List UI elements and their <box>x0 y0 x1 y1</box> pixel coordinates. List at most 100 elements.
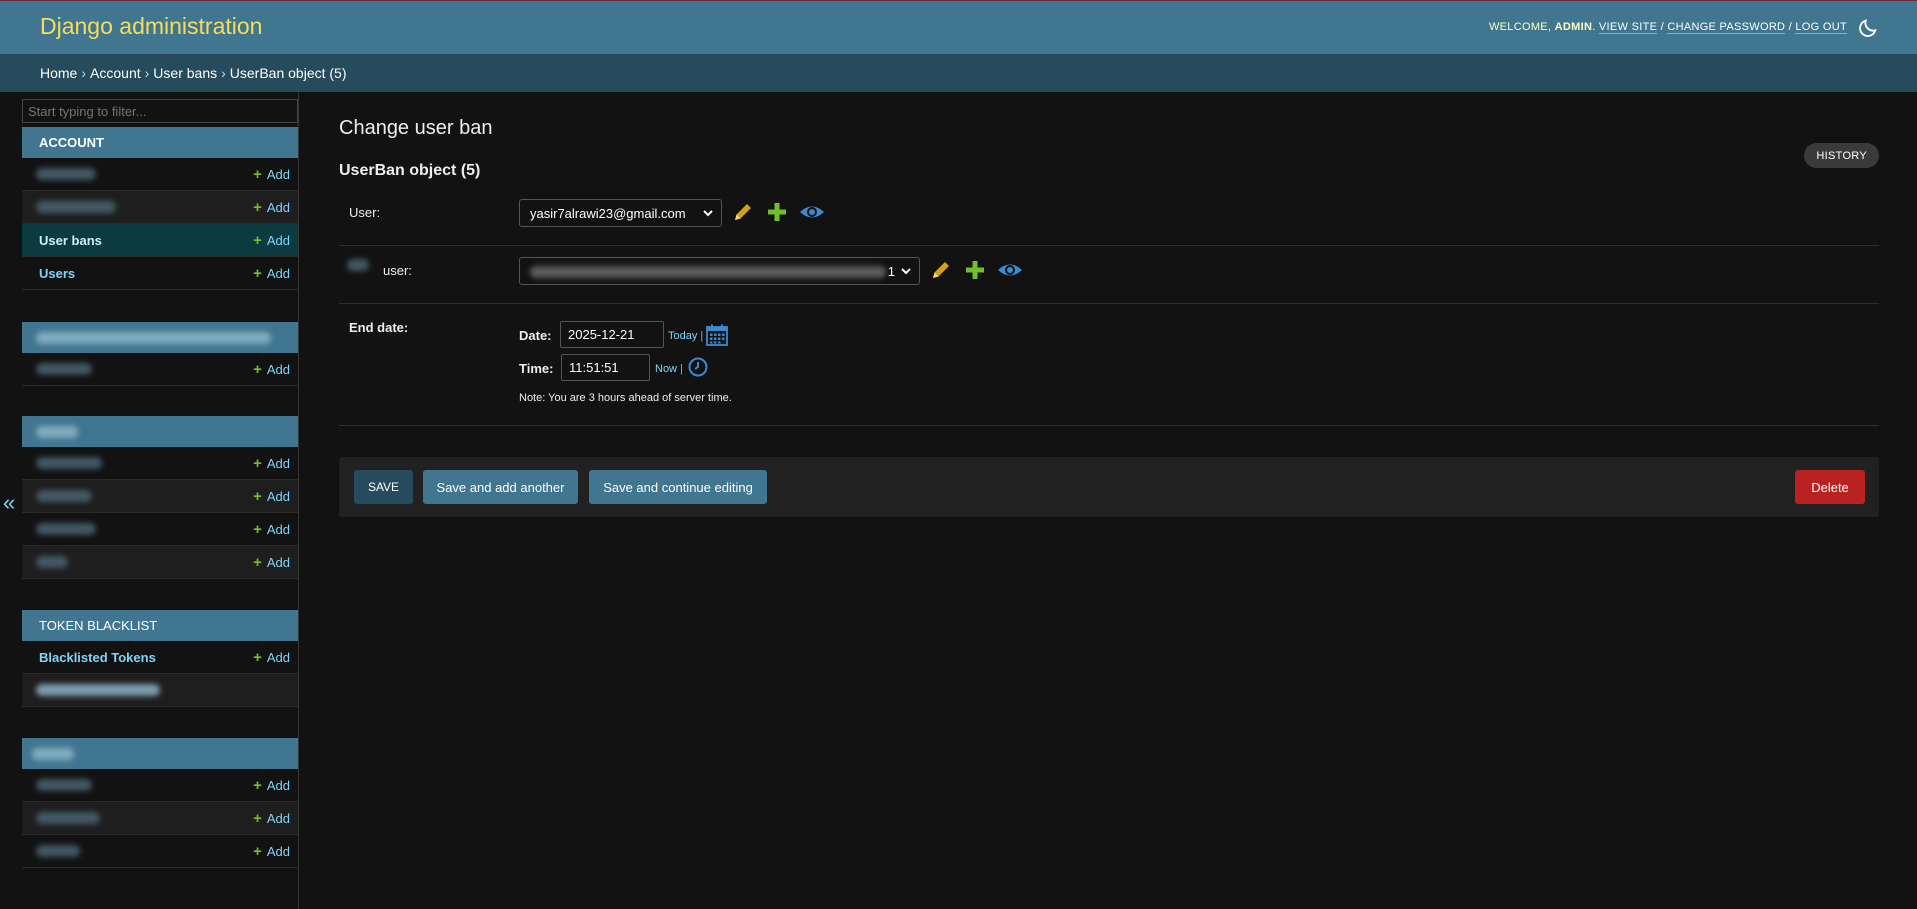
site-brand[interactable]: Django administration <box>40 13 262 40</box>
redacted-label <box>36 779 92 791</box>
sidebar-item-user-bans[interactable]: User bans + Add <box>22 224 298 257</box>
save-and-continue-button[interactable]: Save and continue editing <box>589 470 767 504</box>
plus-icon: + <box>253 776 262 794</box>
sidebar-item-redacted-4[interactable]: + Add <box>22 447 298 480</box>
sidebar-item-label[interactable]: Users <box>39 266 75 281</box>
page-title: Change user ban <box>339 117 493 139</box>
history-button[interactable]: HISTORY <box>1804 143 1879 168</box>
sidebar-item-label[interactable]: Blacklisted Tokens <box>39 650 156 665</box>
eye-icon[interactable] <box>798 200 826 224</box>
module-token-blacklist[interactable]: TOKEN BLACKLIST <box>22 610 298 641</box>
sidebar: ACCOUNT +Add +Add User bans +Add Users +… <box>22 92 299 909</box>
delete-button[interactable]: Delete <box>1795 470 1865 504</box>
sidebar-item-redacted-5[interactable]: + Add <box>22 480 298 513</box>
plus-icon: + <box>253 553 262 571</box>
form-row-end-date: End date: Date: 2025-12-21 Today | Time:… <box>339 304 1879 426</box>
plus-icon: + <box>253 487 262 505</box>
redacted-label <box>36 556 68 568</box>
save-and-add-another-button[interactable]: Save and add another <box>423 470 578 504</box>
welcome-text: WELCOME, <box>1488 21 1555 33</box>
pencil-icon[interactable] <box>929 258 953 282</box>
time-input[interactable]: 11:51:51 <box>561 354 650 381</box>
pencil-icon[interactable] <box>731 200 755 224</box>
plus-icon: + <box>253 165 262 183</box>
redacted-label <box>32 748 74 760</box>
user-tools: WELCOME, ADMIN. VIEW SITE / CHANGE PASSW… <box>1488 21 1847 34</box>
sidebar-item-redacted-11[interactable]: + Add <box>22 835 298 868</box>
user-select[interactable]: yasir7alrawi23@gmail.com <box>519 199 722 227</box>
add-link[interactable]: + Add <box>253 361 290 378</box>
breadcrumb-user-bans[interactable]: User bans <box>153 65 217 81</box>
calendar-icon[interactable] <box>705 323 729 347</box>
sidebar-item-redacted-6[interactable]: + Add <box>22 513 298 546</box>
plus-icon[interactable] <box>963 258 987 282</box>
moon-icon[interactable] <box>1857 17 1879 39</box>
user-label: User: <box>349 205 381 220</box>
plus-icon: + <box>253 520 262 538</box>
date-input[interactable]: 2025-12-21 <box>560 321 664 348</box>
submit-row: SAVE Save and add another Save and conti… <box>339 457 1879 517</box>
redacted-label <box>36 426 78 438</box>
add-link[interactable]: + Add <box>253 199 290 216</box>
plus-icon: + <box>253 842 262 860</box>
add-link[interactable]: + Add <box>253 488 290 505</box>
sidebar-filter-input[interactable] <box>22 99 298 123</box>
add-link[interactable]: + Add <box>253 232 290 249</box>
breadcrumb-current: UserBan object (5) <box>229 65 347 81</box>
redacted-label <box>36 457 102 469</box>
date-label: Date: <box>519 328 552 343</box>
add-link[interactable]: + Add <box>253 649 290 666</box>
add-link[interactable]: + Add <box>253 521 290 538</box>
form-row-second-user: user: 1 <box>339 246 1879 304</box>
add-link[interactable]: + Add <box>253 265 290 282</box>
redacted-label <box>36 490 92 502</box>
add-link[interactable]: + Add <box>253 455 290 472</box>
redacted-value <box>530 266 886 278</box>
sidebar-item-redacted-1[interactable]: + Add <box>22 158 298 191</box>
eye-icon[interactable] <box>996 258 1024 282</box>
save-button[interactable]: SAVE <box>354 470 413 504</box>
change-password-link[interactable]: CHANGE PASSWORD <box>1667 21 1786 34</box>
log-out-link[interactable]: LOG OUT <box>1795 21 1847 34</box>
add-link[interactable]: + Add <box>253 554 290 571</box>
add-link[interactable]: + Add <box>253 777 290 794</box>
sidebar-item-redacted-2[interactable]: + Add <box>22 191 298 224</box>
sidebar-item-redacted-3[interactable]: + Add <box>22 353 298 386</box>
view-site-link[interactable]: VIEW SITE <box>1598 21 1658 34</box>
breadcrumb: Home › Account › User bans › UserBan obj… <box>0 54 1917 92</box>
second-user-select[interactable]: 1 <box>519 257 920 285</box>
module-account[interactable]: ACCOUNT <box>22 127 298 158</box>
plus-icon[interactable] <box>765 200 789 224</box>
breadcrumb-home[interactable]: Home <box>40 65 77 81</box>
redacted-label <box>36 523 96 535</box>
sidebar-item-users[interactable]: Users + Add <box>22 257 298 290</box>
today-shortcut[interactable]: Today | <box>668 330 703 342</box>
sidebar-item-redacted-8[interactable] <box>22 674 298 707</box>
breadcrumb-account[interactable]: Account <box>90 65 141 81</box>
module-redacted-2[interactable] <box>22 322 298 353</box>
redacted-label <box>36 684 160 696</box>
header: Django administration WELCOME, ADMIN. VI… <box>0 0 1917 54</box>
sidebar-item-redacted-9[interactable]: + Add <box>22 769 298 802</box>
timezone-note: Note: You are 3 hours ahead of server ti… <box>519 392 732 404</box>
chevron-down-icon <box>901 268 911 275</box>
module-redacted-3[interactable] <box>22 416 298 447</box>
sidebar-collapse-toggle[interactable]: « <box>3 490 15 516</box>
sidebar-item-blacklisted-tokens[interactable]: Blacklisted Tokens + Add <box>22 641 298 674</box>
add-link[interactable]: + Add <box>253 810 290 827</box>
redacted-label <box>36 363 92 375</box>
redacted-label <box>36 332 271 344</box>
sidebar-item-label[interactable]: User bans <box>39 233 102 248</box>
sidebar-item-redacted-7[interactable]: + Add <box>22 546 298 579</box>
plus-icon: + <box>253 198 262 216</box>
second-user-label: user: <box>383 263 412 278</box>
sidebar-item-redacted-10[interactable]: + Add <box>22 802 298 835</box>
module-redacted-5[interactable] <box>22 738 298 769</box>
redacted-label <box>36 812 100 824</box>
add-link[interactable]: + Add <box>253 843 290 860</box>
plus-icon: + <box>253 454 262 472</box>
plus-icon: + <box>253 809 262 827</box>
add-link[interactable]: + Add <box>253 166 290 183</box>
clock-icon[interactable] <box>687 356 709 378</box>
now-shortcut[interactable]: Now | <box>655 363 683 375</box>
